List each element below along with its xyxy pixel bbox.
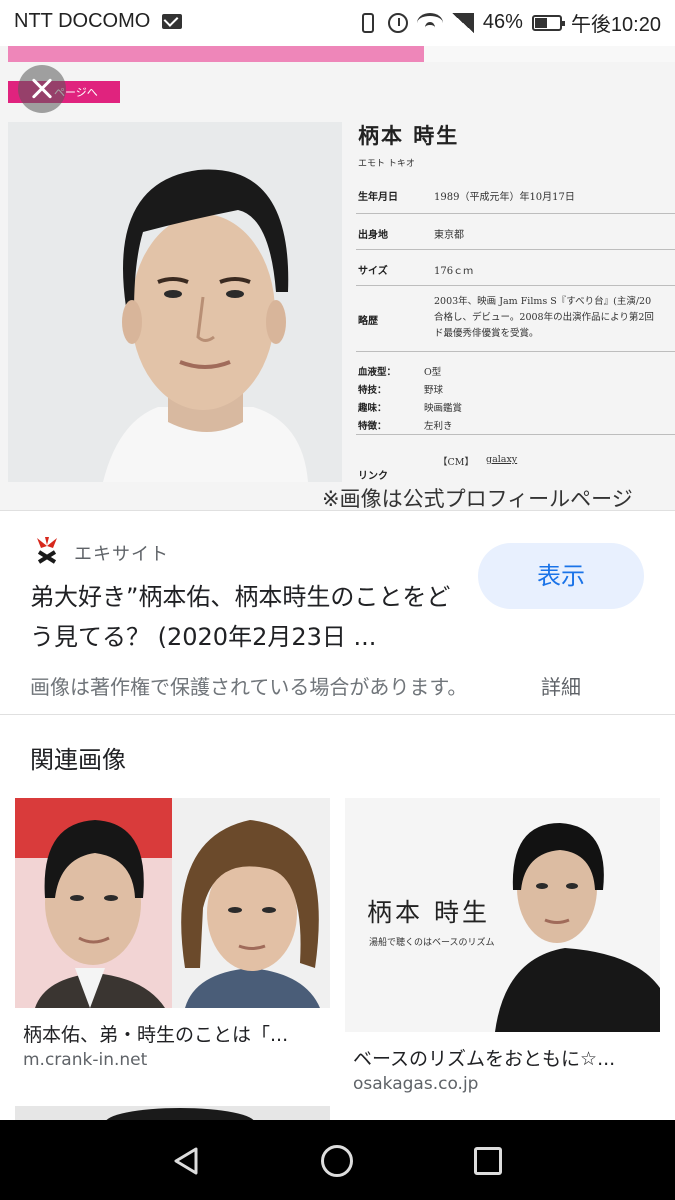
- cm-label: 【CM】: [438, 457, 474, 468]
- profile-kana: エモト トキオ: [358, 159, 415, 169]
- profile-row-value: 176ｃｍ: [434, 266, 474, 277]
- detail-value: O型: [424, 367, 442, 378]
- home-icon[interactable]: [321, 1145, 353, 1177]
- profile-name: 柄本 時生: [358, 123, 460, 148]
- detail-label: 血液型：: [358, 367, 397, 378]
- cm-link: galaxy: [486, 454, 518, 465]
- related-card-source: osakagas.co.jp: [353, 1074, 479, 1094]
- profile-row-size: サイズ 176ｃｍ: [356, 250, 675, 286]
- source-name[interactable]: エキサイト: [74, 540, 169, 566]
- mail-icon: [162, 14, 182, 29]
- carrier-name: NTT DOCOMO: [14, 10, 151, 32]
- poster-subtitle: 湯船で聴くのはベースのリズム: [369, 938, 495, 948]
- detail-value: 左利き: [424, 421, 453, 432]
- detail-label: 特技：: [358, 385, 387, 396]
- career-line: ド最優秀俳優賞を受賞。: [434, 328, 539, 339]
- image-viewer[interactable]: ページへ 柄本 時生 エモト トキオ 生年月日 1989（平成元年）年10月17…: [0, 46, 675, 510]
- career-line: 合格し、デビュー。2008年の出演作品により第2回: [434, 312, 654, 323]
- battery-icon: [531, 14, 565, 31]
- close-button[interactable]: [18, 65, 66, 113]
- detail-label: 特徴：: [358, 421, 387, 432]
- profile-row-birthplace: 出身地 東京都: [356, 214, 675, 250]
- portrait-graphic: [8, 122, 342, 482]
- view-button[interactable]: 表示: [478, 543, 644, 609]
- detail-value: 野球: [424, 385, 444, 396]
- profile-row-birthdate: 生年月日 1989（平成元年）年10月17日: [356, 178, 675, 214]
- related-thumbnail: [15, 798, 330, 1008]
- detail-value: 映画鑑賞: [424, 403, 463, 414]
- profile-row-value: 1989（平成元年）年10月17日: [434, 192, 575, 203]
- related-thumbnail-partial[interactable]: [15, 1106, 330, 1120]
- status-icons: 46% 午後10:20: [357, 8, 661, 37]
- copyright-note: 画像は著作権で保護されている場合があります。: [30, 675, 468, 699]
- clock: 午後10:20: [570, 14, 661, 36]
- hair-shape: [105, 1108, 255, 1120]
- related-image-card[interactable]: 柄本佑、弟・時生のことは「... m.crank-in.net: [15, 798, 330, 1078]
- career-text: 2003年、映画 Jam Films S『すべり台』(主演/20 合格し、デビュ…: [434, 294, 654, 342]
- career-line: 2003年、映画 Jam Films S『すべり台』(主演/20: [434, 296, 652, 307]
- result-title[interactable]: 弟大好き”柄本佑、柄本時生のことをどう見てる？ (2020年2月23日 ...: [30, 577, 470, 657]
- profile-row-label: 略歴: [358, 316, 378, 327]
- related-card-source: m.crank-in.net: [23, 1050, 148, 1070]
- back-icon[interactable]: [172, 1146, 202, 1176]
- divider: [356, 434, 675, 435]
- profile-row-label: 出身地: [358, 230, 388, 241]
- link-label: リンク: [358, 471, 388, 482]
- battery-percent: 46%: [482, 11, 523, 33]
- related-images-heading: 関連画像: [30, 746, 126, 774]
- excite-logo-icon: [37, 537, 57, 564]
- poster-name: 柄本 時生: [367, 898, 490, 927]
- image-info-panel: エキサイト 弟大好き”柄本佑、柄本時生のことをどう見てる？ (2020年2月23…: [0, 510, 675, 715]
- signal-icon: [451, 12, 474, 33]
- profile-photo: [8, 122, 342, 482]
- vibrate-icon: [361, 12, 374, 33]
- status-bar: NTT DOCOMO 46% 午後10:20: [0, 0, 675, 46]
- details-link[interactable]: 詳細: [541, 671, 581, 700]
- detail-label: 趣味：: [358, 403, 387, 414]
- related-card-title: 柄本佑、弟・時生のことは「...: [23, 1024, 289, 1046]
- system-nav-bar: [0, 1120, 675, 1200]
- related-thumbnail-graphic: [15, 798, 330, 1008]
- profile-card: 柄本 時生 エモト トキオ 生年月日 1989（平成元年）年10月17日 出身地…: [356, 116, 675, 496]
- alarm-icon: [387, 12, 408, 33]
- profile-row-label: サイズ: [358, 266, 388, 277]
- image-caption: ※画像は公式プロフィールページ: [322, 487, 633, 510]
- recent-apps-icon[interactable]: [474, 1147, 502, 1175]
- profile-row-value: 東京都: [434, 230, 464, 241]
- wifi-icon: [416, 12, 443, 33]
- related-image-card[interactable]: 柄本 時生 湯船で聴くのはベースのリズム ベースのリズムをおともに☆... os…: [345, 798, 660, 1098]
- page-header-strip: [8, 46, 424, 62]
- profile-row-label: 生年月日: [358, 192, 398, 203]
- page-header-strip-right: [424, 46, 675, 62]
- related-card-title: ベースのリズムをおともに☆...: [353, 1048, 616, 1070]
